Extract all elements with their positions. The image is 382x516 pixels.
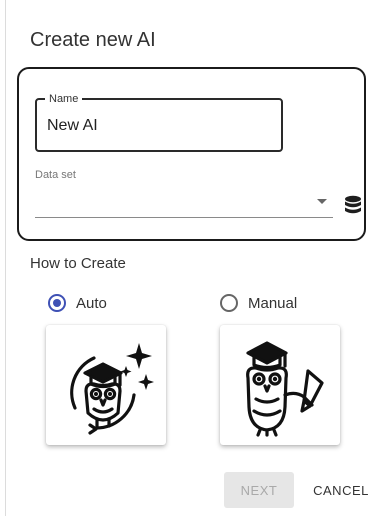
dropdown-arrow-icon[interactable] xyxy=(317,199,327,204)
auto-option-card[interactable] xyxy=(46,325,166,445)
radio-manual-label: Manual xyxy=(248,294,298,312)
owl-writing-pencil-icon xyxy=(246,341,324,437)
create-ai-dialog: Create new AI Name New AI Data set How t… xyxy=(5,0,382,516)
dialog-title: Create new AI xyxy=(30,29,156,51)
dataset-label: Data set xyxy=(35,169,76,181)
form-card: Name New AI Data set xyxy=(17,67,366,241)
radio-option-manual[interactable]: Manual xyxy=(220,291,297,315)
cancel-button[interactable]: CANCEL xyxy=(306,472,376,508)
radio-option-auto[interactable]: Auto xyxy=(48,291,107,315)
next-button[interactable]: NEXT xyxy=(224,472,294,508)
dataset-select[interactable] xyxy=(35,187,333,218)
database-icon[interactable] xyxy=(344,195,362,215)
manual-option-card[interactable] xyxy=(220,325,340,445)
name-field[interactable]: Name New AI xyxy=(35,92,283,152)
radio-auto[interactable] xyxy=(48,294,66,312)
radio-manual[interactable] xyxy=(220,294,238,312)
radio-auto-label: Auto xyxy=(76,294,107,312)
name-input[interactable]: New AI xyxy=(47,116,98,136)
name-field-label: Name xyxy=(45,92,83,106)
how-to-create-label: How to Create xyxy=(30,255,126,272)
owl-ai-sparkles-icon xyxy=(70,343,154,435)
